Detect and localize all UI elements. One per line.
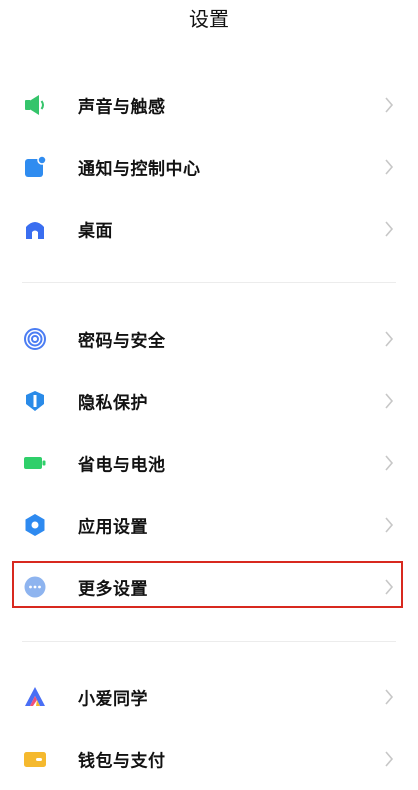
settings-item-label: 小爱同学 (78, 689, 148, 710)
settings-item-label: 密码与安全 (78, 331, 166, 352)
settings-item-label: 更多设置 (78, 579, 148, 600)
home-icon (24, 218, 46, 240)
top-header: 设置 (0, 0, 418, 52)
chevron-right-icon (384, 96, 394, 114)
fingerprint-icon (24, 328, 46, 350)
settings-item-more-settings[interactable]: 更多设置 (0, 556, 418, 618)
wallet-icon (24, 748, 46, 770)
settings-item-app-settings[interactable]: 应用设置 (0, 494, 418, 556)
chevron-right-icon (384, 516, 394, 534)
chevron-right-icon (384, 220, 394, 238)
section-divider (22, 282, 396, 283)
more-dots-icon (24, 576, 46, 598)
settings-item-label: 桌面 (78, 221, 113, 242)
settings-item-xiaoai[interactable]: 小爱同学 (0, 666, 418, 728)
section-divider (22, 641, 396, 642)
page-title: 设置 (189, 7, 229, 31)
settings-item-label: 应用设置 (78, 517, 148, 538)
settings-item-label: 声音与触感 (78, 97, 166, 118)
settings-item-label: 钱包与支付 (78, 751, 166, 772)
settings-item-label: 隐私保护 (78, 393, 148, 414)
gear-icon (24, 514, 46, 536)
chevron-right-icon (384, 578, 394, 596)
chevron-right-icon (384, 454, 394, 472)
battery-icon (24, 452, 46, 474)
chevron-right-icon (384, 330, 394, 348)
settings-item-desktop[interactable]: 桌面 (0, 198, 418, 260)
chevron-right-icon (384, 688, 394, 706)
settings-item-notifications[interactable]: 通知与控制中心 (0, 136, 418, 198)
settings-item-label: 通知与控制中心 (78, 159, 201, 180)
settings-item-label: 省电与电池 (78, 455, 166, 476)
chevron-right-icon (384, 750, 394, 768)
chevron-right-icon (384, 392, 394, 410)
settings-item-sound[interactable]: 声音与触感 (0, 74, 418, 136)
notification-icon (24, 155, 47, 178)
privacy-shield-icon (24, 390, 46, 412)
xiaoai-icon (24, 686, 46, 708)
settings-item-password-security[interactable]: 密码与安全 (0, 308, 418, 370)
settings-item-battery[interactable]: 省电与电池 (0, 432, 418, 494)
settings-item-privacy[interactable]: 隐私保护 (0, 370, 418, 432)
settings-item-wallet[interactable]: 钱包与支付 (0, 728, 418, 790)
chevron-right-icon (384, 158, 394, 176)
speaker-icon (24, 94, 46, 116)
